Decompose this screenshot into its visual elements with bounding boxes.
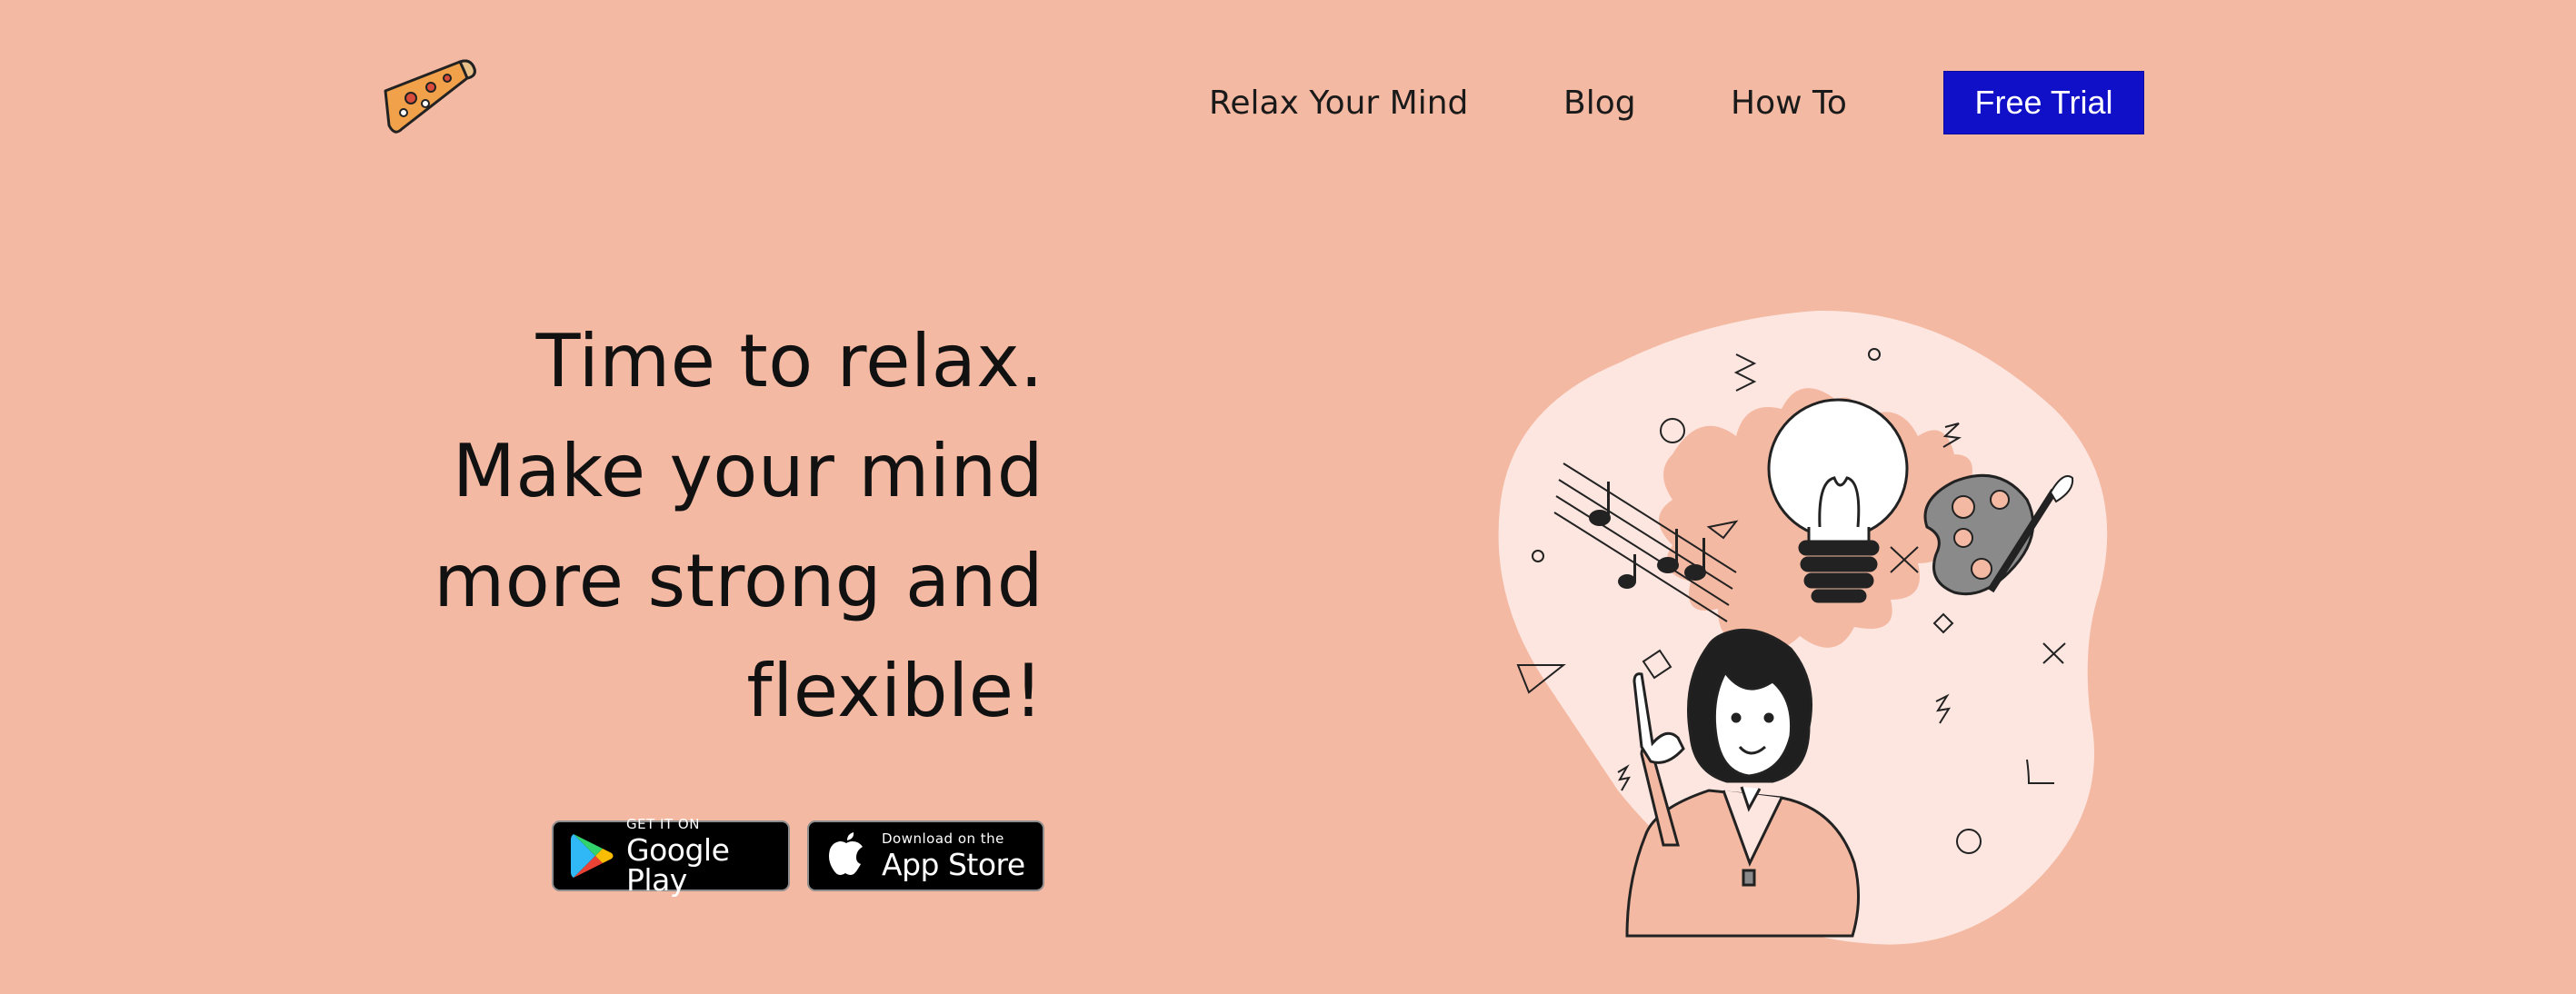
woman-with-idea-illustration: [1498, 310, 2108, 945]
google-play-button[interactable]: GET IT ON Google Play: [552, 815, 790, 895]
app-store-button[interactable]: Download on the App Store: [807, 820, 1044, 891]
nav-link-how-to[interactable]: How To: [1731, 84, 1847, 122]
google-play-icon: [571, 834, 614, 878]
nav-link-blog[interactable]: Blog: [1563, 84, 1636, 122]
apple-icon: [829, 832, 863, 875]
google-play-label: Google Play: [626, 831, 730, 898]
google-play-small-text: GET IT ON: [626, 815, 700, 832]
hero-title-line: Make your mind: [452, 429, 1043, 513]
hero-title-line: more strong and: [434, 539, 1043, 623]
nav-link-relax-your-mind[interactable]: Relax Your Mind: [1209, 84, 1468, 122]
app-store-label: App Store: [882, 847, 1025, 882]
hero-title-line: Time to relax.: [535, 319, 1043, 403]
free-trial-button[interactable]: Free Trial: [1943, 71, 2144, 134]
pizza-slice-icon[interactable]: [376, 56, 482, 138]
app-store-small-text: Download on the: [882, 830, 1004, 847]
hero-title: Time to relax. Make your mind more stron…: [353, 306, 1043, 746]
hero-title-line: flexible!: [746, 649, 1043, 733]
